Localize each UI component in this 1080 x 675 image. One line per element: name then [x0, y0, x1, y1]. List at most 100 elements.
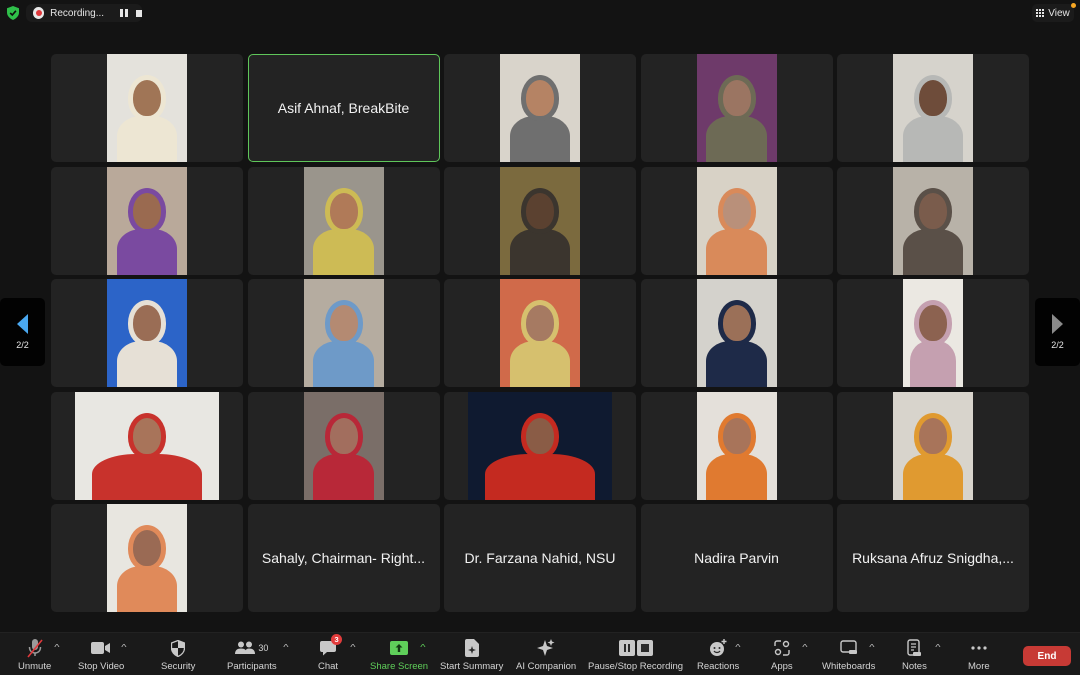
participant-face — [329, 305, 358, 341]
stop-video-button[interactable]: Stop Video — [78, 638, 124, 672]
audio-options-caret[interactable]: ^ — [54, 643, 59, 652]
participant-silhouette — [116, 228, 178, 275]
participant-tile-name-only[interactable]: Sahaly, Chairman- Right... — [247, 504, 440, 612]
more-button[interactable]: More — [968, 638, 990, 672]
participant-tile-name-only[interactable]: Nadira Parvin — [640, 504, 833, 612]
participant-silhouette — [910, 341, 956, 387]
participant-video-feed — [107, 54, 187, 162]
next-page-button[interactable]: 2/2 — [1035, 298, 1080, 366]
notification-dot — [1071, 3, 1076, 8]
participant-tile-video[interactable] — [51, 166, 243, 275]
whiteboards-button[interactable]: Whiteboards — [822, 638, 875, 672]
start-summary-label: Start Summary — [440, 661, 504, 672]
security-label: Security — [161, 661, 196, 672]
whiteboard-icon — [839, 638, 858, 658]
view-label: View — [1048, 7, 1070, 19]
participant-tile-video[interactable] — [247, 391, 440, 500]
chat-button[interactable]: 3 Chat — [318, 634, 343, 672]
participant-tile-video[interactable] — [51, 54, 243, 162]
video-options-caret[interactable]: ^ — [121, 643, 126, 652]
start-summary-button[interactable]: Start Summary — [440, 638, 503, 672]
participant-gallery: Asif Ahnaf, BreakBite Sahaly, Chairman- R… — [51, 54, 1029, 612]
microphone-muted-icon — [26, 638, 44, 658]
participant-tile-video[interactable] — [837, 391, 1029, 500]
participant-video-feed — [303, 166, 384, 275]
participant-tile-video[interactable] — [247, 279, 440, 387]
participant-face — [919, 192, 947, 229]
participant-tile-video[interactable] — [247, 166, 440, 275]
participant-tile-video[interactable] — [837, 279, 1029, 387]
participant-tile-video[interactable] — [640, 54, 833, 162]
notes-options-caret[interactable]: ^ — [935, 643, 940, 652]
participant-tile-video[interactable] — [444, 54, 636, 162]
participant-silhouette — [706, 453, 767, 500]
notes-button[interactable]: Notes — [902, 638, 927, 672]
participant-video-feed — [903, 279, 963, 387]
end-meeting-button[interactable]: End — [1023, 646, 1071, 666]
participant-face — [526, 305, 554, 341]
reactions-options-caret[interactable]: ^ — [735, 643, 740, 652]
video-camera-icon — [91, 638, 111, 658]
arrow-right-icon — [1052, 314, 1063, 334]
pause-stop-recording-button[interactable]: Pause/Stop Recording — [588, 638, 683, 672]
pause-recording-icon[interactable] — [120, 9, 128, 17]
participant-tile-name-only[interactable]: Ruksana Afruz Snigdha,... — [837, 504, 1029, 612]
previous-page-button[interactable]: 2/2 — [0, 298, 45, 366]
view-button[interactable]: View — [1032, 4, 1074, 22]
reactions-label: Reactions — [697, 661, 740, 672]
participant-tile-video[interactable] — [444, 391, 636, 500]
chat-options-caret[interactable]: ^ — [350, 643, 355, 652]
shield-check-icon[interactable] — [7, 6, 19, 20]
participant-video-feed — [107, 166, 187, 275]
participant-face — [919, 80, 947, 116]
reaction-smiley-icon — [709, 638, 727, 658]
whiteboards-label: Whiteboards — [822, 661, 876, 672]
participant-tile-video[interactable] — [640, 391, 833, 500]
share-options-caret[interactable]: ^ — [420, 643, 425, 652]
page-indicator-right: 2/2 — [1051, 340, 1064, 350]
participant-tile-video[interactable] — [640, 279, 833, 387]
apps-options-caret[interactable]: ^ — [802, 643, 807, 652]
participant-video-feed — [303, 391, 384, 500]
stop-recording-icon[interactable] — [135, 9, 143, 17]
arrow-left-icon — [17, 314, 28, 334]
participant-video-feed — [468, 391, 612, 500]
participant-tile-name-only[interactable]: Dr. Farzana Nahid, NSU — [444, 504, 636, 612]
participant-tile-video[interactable] — [837, 54, 1029, 162]
participant-face — [526, 417, 554, 454]
participant-silhouette — [509, 228, 571, 275]
security-button[interactable]: Security — [161, 638, 195, 672]
chat-unread-badge: 3 — [331, 634, 343, 645]
recording-label: Recording... — [50, 7, 105, 19]
participants-button[interactable]: 30 Participants — [227, 638, 277, 672]
participant-tile-video[interactable] — [444, 279, 636, 387]
participant-tile-video[interactable] — [640, 166, 833, 275]
participant-face — [722, 417, 751, 454]
participants-options-caret[interactable]: ^ — [283, 643, 288, 652]
participant-tile-video[interactable] — [51, 279, 243, 387]
participant-face — [919, 305, 947, 341]
participant-silhouette — [116, 566, 178, 612]
participant-tile-video[interactable] — [51, 391, 243, 500]
participant-tile-video[interactable] — [51, 504, 243, 612]
participant-face — [133, 192, 161, 229]
participant-video-feed — [500, 54, 580, 162]
ai-companion-button[interactable]: AI Companion — [516, 638, 576, 672]
ai-companion-label: AI Companion — [516, 661, 577, 672]
participants-icon — [235, 641, 256, 654]
reactions-button[interactable]: Reactions — [697, 638, 739, 672]
apps-button[interactable]: Apps — [771, 638, 793, 672]
participants-count: 30 — [258, 643, 269, 653]
participant-name: Ruksana Afruz Snigdha,... — [852, 550, 1014, 566]
participant-tile-video[interactable] — [444, 166, 636, 275]
unmute-button[interactable]: Unmute — [18, 638, 51, 672]
recording-indicator: Recording... — [26, 4, 143, 22]
grid-view-icon — [1036, 9, 1045, 17]
participant-silhouette — [313, 228, 374, 275]
participant-video-feed — [107, 279, 187, 387]
participant-tile-name-only[interactable]: Asif Ahnaf, BreakBite — [247, 54, 440, 162]
whiteboards-options-caret[interactable]: ^ — [869, 643, 874, 652]
participant-tile-video[interactable] — [837, 166, 1029, 275]
meeting-toolbar: Unmute ^ Stop Video ^ Security 30 Partic… — [0, 632, 1080, 675]
apps-icon — [774, 638, 790, 658]
